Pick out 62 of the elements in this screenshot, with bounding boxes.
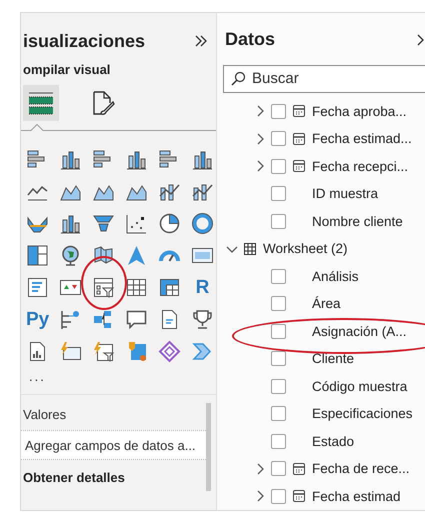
calendar-icon bbox=[292, 132, 306, 146]
field-name[interactable]: Fecha de rece... bbox=[312, 461, 410, 476]
trophy-icon[interactable] bbox=[191, 308, 214, 330]
visual-type-button[interactable]: Py bbox=[26, 308, 49, 330]
scrollbar[interactable] bbox=[206, 403, 211, 491]
field-name[interactable]: Fecha recepci... bbox=[312, 158, 408, 174]
arrow-icon[interactable] bbox=[125, 244, 148, 266]
field-name[interactable]: Análisis bbox=[312, 268, 359, 284]
field-name[interactable]: Código muestra bbox=[312, 378, 408, 394]
checkbox[interactable] bbox=[271, 296, 286, 312]
visual-type-button[interactable]: R bbox=[191, 276, 214, 298]
calendar-icon bbox=[292, 104, 306, 118]
checkbox[interactable] bbox=[271, 461, 286, 476]
field-name[interactable]: ID muestra bbox=[312, 186, 378, 202]
field-name[interactable]: Estado bbox=[312, 434, 354, 449]
field-name[interactable]: Fecha estimad... bbox=[312, 131, 412, 146]
build-visual-tab[interactable] bbox=[23, 85, 59, 121]
checkbox[interactable] bbox=[271, 268, 286, 284]
field-name[interactable]: Asignación (A... bbox=[312, 324, 407, 339]
checkbox[interactable] bbox=[271, 406, 286, 422]
field-name[interactable]: Cliente bbox=[312, 351, 354, 366]
section-label: Obtener detalles bbox=[23, 470, 126, 485]
map-icon[interactable] bbox=[92, 244, 115, 266]
pane-title: isualizaciones bbox=[23, 30, 146, 52]
checkbox[interactable] bbox=[271, 434, 286, 449]
lightning-card-icon[interactable] bbox=[59, 340, 82, 362]
input-field[interactable]: Agregar campos de datos a... bbox=[21, 430, 206, 460]
checkbox[interactable] bbox=[271, 186, 286, 202]
diamond-icon[interactable] bbox=[158, 340, 181, 362]
checkbox[interactable] bbox=[271, 378, 286, 394]
field-name[interactable]: Nombre cliente bbox=[312, 214, 403, 229]
field-name[interactable]: Fecha estimad bbox=[312, 488, 401, 504]
checkbox[interactable] bbox=[271, 488, 286, 504]
highlight-ellipse bbox=[81, 256, 127, 310]
search-icon bbox=[230, 70, 246, 86]
lightning-slicer-icon[interactable] bbox=[92, 340, 115, 362]
search-field[interactable]: Buscar bbox=[223, 64, 425, 92]
section-label: ompilar visual bbox=[23, 62, 112, 77]
checkbox[interactable] bbox=[271, 214, 286, 229]
calendar-icon bbox=[292, 159, 306, 174]
field-name[interactable]: Especificaciones bbox=[312, 406, 413, 422]
pane-title: Datos bbox=[225, 29, 276, 50]
checkbox[interactable] bbox=[271, 131, 286, 146]
slicer-icon[interactable] bbox=[92, 276, 115, 298]
table-name[interactable]: Worksheet (2) bbox=[263, 241, 348, 256]
calendar-icon bbox=[292, 462, 306, 476]
treemap-icon[interactable] bbox=[26, 244, 49, 266]
checkbox[interactable] bbox=[271, 158, 286, 174]
calendar-icon bbox=[292, 489, 306, 504]
well-label: Valores bbox=[23, 407, 68, 422]
field-name[interactable]: Fecha aproba... bbox=[312, 104, 407, 119]
expand-pane-icon[interactable] bbox=[194, 34, 208, 48]
field-name[interactable]: Área bbox=[312, 296, 341, 312]
donut-chart-icon[interactable] bbox=[191, 212, 214, 234]
list-card-icon[interactable] bbox=[26, 276, 49, 298]
more-visuals-button[interactable]: ... bbox=[29, 369, 216, 384]
pie-chart-icon[interactable] bbox=[158, 212, 181, 234]
table-icon bbox=[243, 242, 257, 256]
collapse-pane-icon[interactable] bbox=[415, 32, 425, 47]
checkbox[interactable] bbox=[271, 324, 286, 339]
checkbox[interactable] bbox=[271, 104, 286, 119]
checkbox[interactable] bbox=[271, 351, 286, 366]
